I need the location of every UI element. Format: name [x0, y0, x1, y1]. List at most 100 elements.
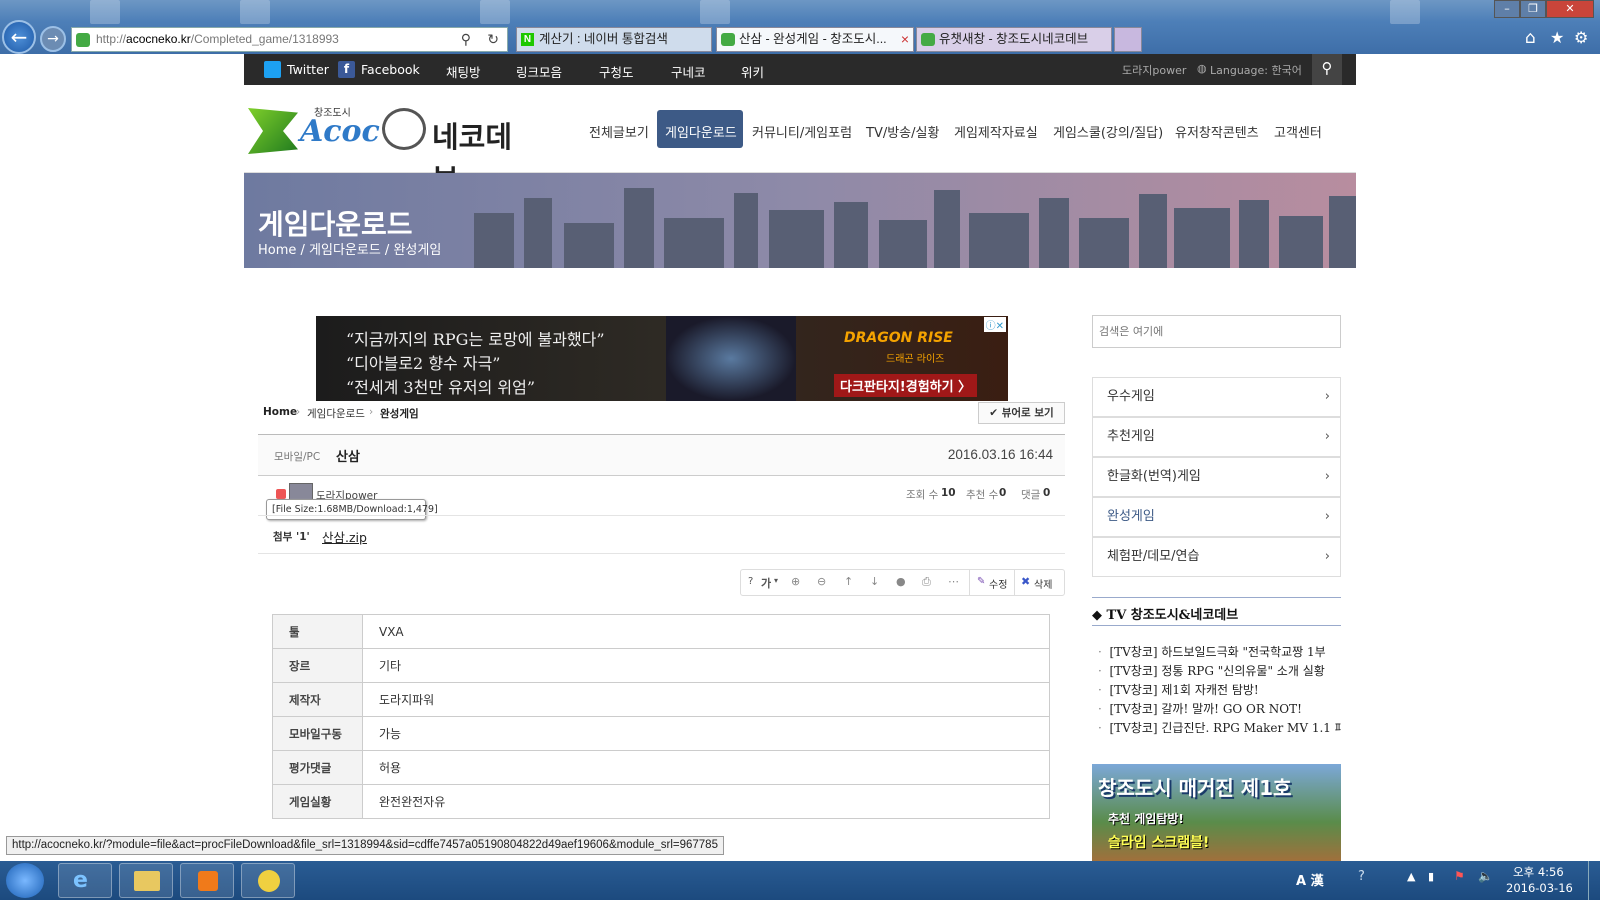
ad-line: “디아블로2 향수 자극” — [346, 354, 501, 373]
twitter-link[interactable]: Twitter — [287, 62, 329, 77]
arrow-up-icon[interactable]: ↑ — [844, 575, 853, 588]
search-icon[interactable]: ⚲ — [461, 28, 471, 51]
arrow-down-icon[interactable]: ↓ — [870, 575, 879, 588]
magazine-banner[interactable]: 창조도시 매거진 제1호 추천 게임탐방! 슬라임 스크램블! — [1092, 764, 1341, 861]
tv-list-item[interactable]: · [TV창코] 정통 RPG "신의유물" 소개 실황 — [1098, 662, 1341, 679]
forward-button[interactable]: → — [40, 26, 66, 52]
comment-icon[interactable]: ● — [896, 575, 906, 588]
sidebar-item-excellent[interactable]: 우수게임 › — [1092, 377, 1341, 417]
topbar-link-wiki[interactable]: 위키 — [741, 62, 764, 81]
naver-icon: N — [521, 33, 534, 46]
desktop-tile — [480, 0, 510, 24]
gnb-community[interactable]: 커뮤니티/게임포럼 — [752, 122, 852, 141]
action-center-icon[interactable]: ⚑ — [1454, 869, 1465, 883]
magazine-title: 창조도시 매거진 제1호 — [1098, 776, 1292, 800]
sidebar-item-completed[interactable]: 완성게임 › — [1092, 497, 1341, 537]
crumb-sub[interactable]: 완성게임 — [380, 406, 419, 421]
ie-icon: e — [73, 868, 88, 893]
facebook-link[interactable]: Facebook — [361, 62, 420, 77]
network-icon[interactable]: ▮ — [1428, 870, 1434, 883]
show-hidden-icons-icon[interactable]: ▲ — [1407, 870, 1415, 883]
ime-indicator[interactable]: A 漢 — [1296, 870, 1324, 889]
tv-list-item[interactable]: · [TV창코] 하드보일드극화 "전국학교짱 1부 — [1098, 643, 1341, 660]
chevron-right-icon: › — [1324, 469, 1330, 484]
close-icon[interactable]: × — [901, 28, 909, 51]
site-favicon-icon — [721, 33, 735, 46]
minimize-button[interactable]: – — [1494, 0, 1520, 18]
site-logo[interactable]: 창조도시 Acoc 네코데브 — [248, 100, 538, 196]
magazine-sub: 슬라임 스크램블! — [1108, 835, 1210, 851]
sidebar-item-demo[interactable]: 체험판/데모/연습 › — [1092, 537, 1341, 577]
help-icon[interactable]: ? — [748, 576, 753, 587]
taskbar-media-button[interactable] — [180, 863, 234, 898]
topbar-link-chat[interactable]: 채팅방 — [446, 62, 481, 81]
taskbar-explorer-button[interactable] — [119, 863, 173, 898]
edit-button[interactable]: 수정 — [989, 576, 1007, 591]
sidebar-item-recommended[interactable]: 추천게임 › — [1092, 417, 1341, 457]
gnb-resources[interactable]: 게임제작자료실 — [954, 122, 1038, 141]
crumb-home[interactable]: Home — [263, 406, 297, 418]
gnb-all-posts[interactable]: 전체글보기 — [589, 122, 649, 141]
gnb-game-download[interactable]: 게임다운로드 — [665, 122, 737, 141]
gear-icon[interactable]: ⚙ — [1574, 28, 1588, 47]
sidebar-item-translated[interactable]: 한글화(번역)게임 › — [1092, 457, 1341, 497]
crumb-category[interactable]: 게임다운로드 — [307, 406, 365, 421]
user-name[interactable]: 도라지power — [1122, 62, 1186, 78]
tv-list-item[interactable]: · [TV창코] 갈까! 말까! GO OR NOT! — [1098, 700, 1341, 717]
ad-banner[interactable]: “지금까지의 RPG는 로망에 불과했다” “디아블로2 향수 자극” “전세계… — [316, 316, 1008, 401]
refresh-icon[interactable]: ↻ — [487, 28, 499, 51]
taskbar: e A 漢 ? ▲ ▮ ⚑ 🔈 오후 4:56 2016-03-16 — [0, 861, 1600, 900]
ad-close-icon[interactable]: ⓘ✕ — [983, 317, 1006, 332]
magazine-sub: 추천 게임탐방! — [1108, 812, 1184, 826]
address-bar[interactable]: http://acocneko.kr/Completed_game/131899… — [71, 27, 508, 52]
gnb-support[interactable]: 고객센터 — [1274, 122, 1322, 141]
topbar-link-old-city[interactable]: 구청도 — [599, 62, 634, 81]
more-icon[interactable]: ⋯ — [948, 575, 959, 588]
tv-list-item[interactable]: · [TV창코] 제1회 자캐전 탐방! — [1098, 681, 1341, 698]
facebook-icon: f — [338, 61, 355, 78]
show-desktop-button[interactable] — [1588, 861, 1600, 900]
gnb-user-content[interactable]: 유저창작콘텐츠 — [1175, 122, 1259, 141]
topbar-link-links[interactable]: 링크모음 — [516, 62, 562, 81]
home-icon[interactable]: ⌂ — [1525, 28, 1536, 48]
divider — [258, 553, 1065, 554]
search-icon[interactable]: ⚲ — [1312, 54, 1342, 85]
info-value: 도라지파워 — [362, 682, 1050, 717]
tv-section-title: ◆ TV 창조도시&네코데브 — [1092, 608, 1239, 623]
viewer-button[interactable]: ✔ 뷰어로 보기 — [978, 402, 1065, 424]
post-date: 2016.03.16 16:44 — [947, 447, 1053, 462]
topbar-link-old-neko[interactable]: 구네코 — [671, 62, 706, 81]
new-tab-button[interactable] — [1114, 27, 1142, 52]
zoom-in-icon[interactable]: ⊕ — [791, 575, 800, 588]
font-size-button[interactable]: 가 — [761, 575, 771, 591]
taskbar-ie-button[interactable]: e — [58, 863, 112, 898]
language-select[interactable]: Language: 한국어 — [1210, 62, 1302, 78]
info-key: 모바일구동 — [272, 716, 363, 751]
maximize-button[interactable]: ❐ — [1520, 0, 1546, 18]
print-icon[interactable]: ⎙ — [922, 575, 931, 589]
taskbar-messenger-button[interactable] — [241, 863, 295, 898]
tab-naver[interactable]: N 계산기 : 네이버 통합검색 — [516, 27, 712, 52]
game-info-table: 툴 VXA 장르 기타 제작자 도라지파워 모바일구동 가능 평가댓글 허용 게임실황 완전… — [272, 614, 1050, 819]
tab-active-game[interactable]: 산삼 - 완성게임 - 창조도시... × — [716, 27, 914, 52]
favorites-star-icon[interactable]: ★ — [1550, 28, 1564, 47]
tv-list-item[interactable]: · [TV창코] 긴급진단. RPG Maker MV 1.1 패 — [1098, 719, 1341, 736]
attachment-link[interactable]: 산삼.zip — [322, 527, 367, 546]
sidebar-search-input[interactable] — [1092, 315, 1341, 348]
start-button[interactable] — [6, 863, 44, 898]
help-icon[interactable]: ? — [1358, 869, 1365, 884]
clock-time[interactable]: 오후 4:56 — [1513, 864, 1564, 880]
gnb-tv[interactable]: TV/방송/실황 — [866, 122, 939, 141]
gnb-school[interactable]: 게임스쿨(강의/질답) — [1053, 122, 1163, 141]
back-button[interactable]: ← — [2, 20, 36, 54]
window-close-button[interactable]: ✕ — [1546, 0, 1594, 18]
zoom-out-icon[interactable]: ⊖ — [817, 575, 826, 588]
clock-date[interactable]: 2016-03-16 — [1506, 881, 1573, 895]
ad-cta[interactable]: 다크판타지!경험하기 〉 — [834, 374, 978, 397]
delete-button[interactable]: 삭제 — [1034, 576, 1052, 591]
post-header: 모바일/PC 산삼 2016.03.16 16:44 — [258, 435, 1065, 475]
volume-icon[interactable]: 🔈 — [1478, 869, 1493, 883]
tab-chat[interactable]: 유챗새창 - 창조도시네코데브 — [916, 27, 1112, 52]
table-row: 제작자 도라지파워 — [272, 682, 1050, 717]
info-key: 평가댓글 — [272, 750, 363, 785]
